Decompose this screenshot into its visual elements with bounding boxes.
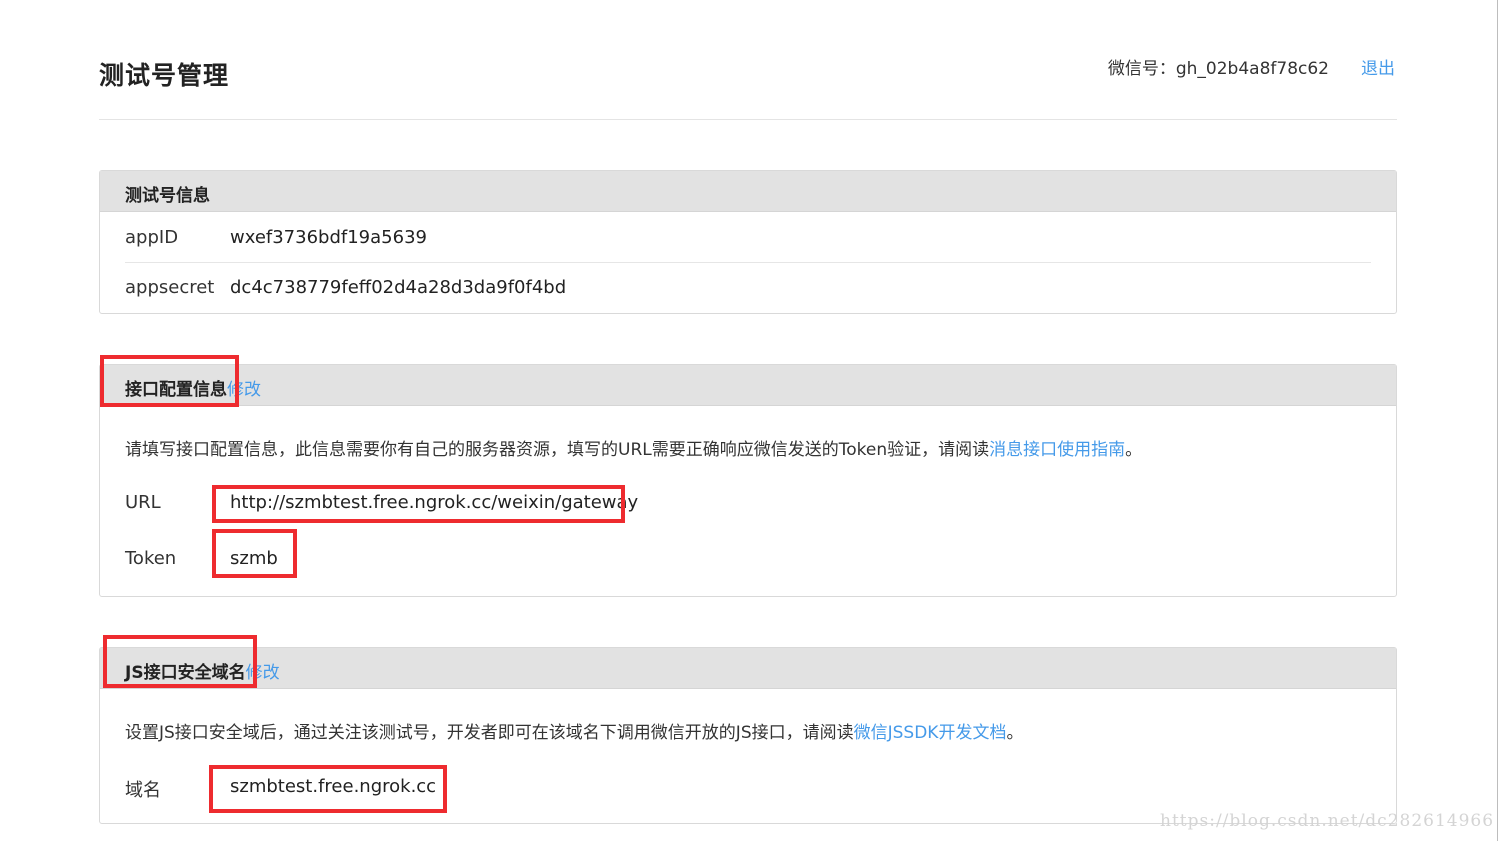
account-info: 微信号：gh_02b4a8f78c62 bbox=[1108, 54, 1329, 79]
appid-label: appID bbox=[125, 227, 179, 248]
account-label: 微信号： bbox=[1107, 59, 1176, 79]
jssdk-doc-link[interactable]: 微信JSSDK开发文档 bbox=[854, 723, 1007, 743]
highlight-box-interface-title bbox=[100, 355, 239, 407]
interface-config-description: 请填写接口配置信息，此信息需要你有自己的服务器资源，填写的URL需要正确响应微信… bbox=[125, 435, 1142, 460]
url-label: URL bbox=[125, 492, 161, 513]
row-divider bbox=[125, 262, 1371, 263]
panel-title: 测试号信息 bbox=[125, 186, 210, 206]
appsecret-value: dc4c738779feff02d4a28d3da9f0f4bd bbox=[230, 277, 567, 298]
description-text: 设置JS接口安全域后，通过关注该测试号，开发者即可在该域名下调用微信开放的JS接… bbox=[125, 723, 854, 743]
highlight-box-domain bbox=[209, 765, 447, 813]
panel-header: 接口配置信息修改 bbox=[100, 365, 1396, 406]
highlight-box-js-title bbox=[103, 635, 257, 688]
watermark: https://blog.csdn.net/dc282614966 bbox=[1160, 811, 1495, 831]
page-title: 测试号管理 bbox=[99, 61, 230, 90]
panel-header: 测试号信息 bbox=[100, 171, 1396, 212]
description-end: 。 bbox=[1006, 723, 1024, 743]
test-account-info-panel: 测试号信息 appID wxef3736bdf19a5639 appsecret… bbox=[99, 170, 1397, 314]
description-end: 。 bbox=[1125, 440, 1143, 460]
highlight-box-token bbox=[212, 529, 297, 578]
appid-value: wxef3736bdf19a5639 bbox=[230, 227, 427, 248]
description-text: 请填写接口配置信息，此信息需要你有自己的服务器资源，填写的URL需要正确响应微信… bbox=[125, 440, 990, 460]
highlight-box-url bbox=[212, 485, 625, 523]
header-divider bbox=[99, 119, 1397, 120]
logout-link[interactable]: 退出 bbox=[1361, 54, 1395, 79]
scrollbar-edge[interactable] bbox=[1497, 0, 1498, 841]
appsecret-label: appsecret bbox=[125, 277, 215, 298]
js-domain-description: 设置JS接口安全域后，通过关注该测试号，开发者即可在该域名下调用微信开放的JS接… bbox=[125, 718, 1023, 743]
domain-label: 域名 bbox=[125, 780, 161, 801]
panel-header: JS接口安全域名修改 bbox=[100, 648, 1396, 689]
account-id: gh_02b4a8f78c62 bbox=[1175, 59, 1329, 79]
message-api-guide-link[interactable]: 消息接口使用指南 bbox=[989, 440, 1125, 460]
token-label: Token bbox=[125, 548, 177, 569]
